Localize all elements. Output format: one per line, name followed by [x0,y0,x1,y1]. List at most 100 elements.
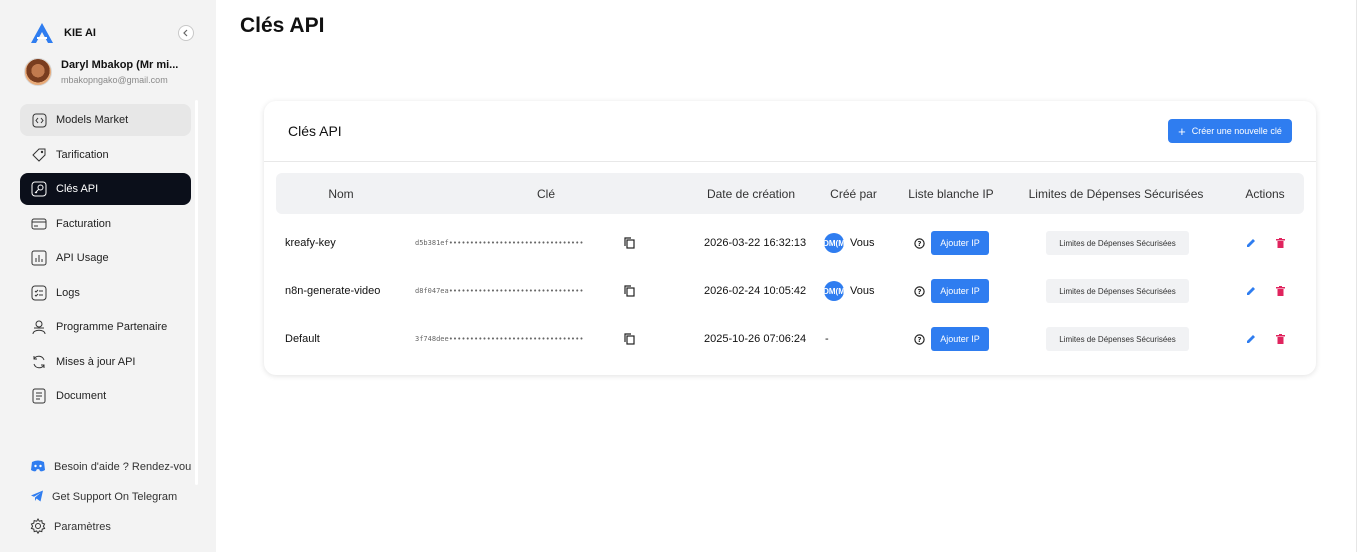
header-actions: Actions [1245,186,1285,201]
sidebar-item-tarification[interactable]: Tarification [20,139,191,171]
key-value: d5b381ef•••••••••••••••••••••••••••••••• [415,239,584,247]
footer-item-label: Get Support On Telegram [52,491,178,503]
refresh-icon [31,354,47,370]
sidebar-item-facturation[interactable]: Facturation [20,208,191,240]
delete-icon[interactable] [1276,238,1285,248]
sidebar-item-models-market[interactable]: Models Market [20,104,191,136]
copy-icon [624,237,635,249]
svg-text:?: ? [917,288,921,296]
sidebar-footer: Besoin d'aide ? Rendez-vou Get Support O… [30,452,191,542]
sidebar-item-mises-a-jour-api[interactable]: Mises à jour API [20,346,191,378]
key-name: n8n-generate-video [285,285,381,297]
spending-limits-button[interactable]: Limites de Dépenses Sécurisées [1046,231,1189,255]
sidebar: KIE AI Daryl Mbakop (Mr mi... mbakopngak… [0,0,216,552]
creator-cell: DM(M Vous [824,219,874,267]
user-email: mbakopngako@gmail.com [61,75,168,85]
copy-icon [624,285,635,297]
header-creator: Créé par [830,186,877,201]
spending-limits-button[interactable]: Limites de Dépenses Sécurisées [1046,279,1189,303]
brand-name: KIE AI [64,27,96,39]
header-name: Nom [328,186,354,201]
divider [264,161,1316,162]
created-date: 2026-03-22 16:32:13 [704,237,807,249]
page-title: Clés API [240,14,325,37]
delete-icon[interactable] [1276,286,1285,296]
sidebar-scrollbar[interactable] [195,100,198,485]
edit-icon[interactable] [1246,334,1256,344]
key-name: Default [285,333,320,345]
logs-icon [31,285,47,301]
limits-cell: Limites de Dépenses Sécurisées [1046,267,1189,315]
sidebar-item-logs[interactable]: Logs [20,277,191,309]
discord-help-link[interactable]: Besoin d'aide ? Rendez-vou [30,452,191,482]
limits-cell: Limites de Dépenses Sécurisées [1046,219,1189,267]
key-value: d8f047ea•••••••••••••••••••••••••••••••• [415,287,584,295]
sidebar-item-label: Logs [56,286,80,299]
kie-logo-icon [31,23,53,43]
key-value: 3f748dee•••••••••••••••••••••••••••••••• [415,335,584,343]
whitelist-cell: ? Ajouter IP [914,219,989,267]
svg-text:?: ? [917,240,921,248]
bar-chart-icon [31,250,47,266]
card-title: Clés API [288,123,342,139]
copy-button[interactable] [624,267,635,315]
add-ip-button[interactable]: Ajouter IP [931,279,989,303]
whitelist-cell: ? Ajouter IP [914,315,989,363]
whitelist-cell: ? Ajouter IP [914,267,989,315]
header-limits: Limites de Dépenses Sécurisées [1028,186,1204,201]
code-icon [31,112,47,128]
sidebar-item-label: Document [56,390,107,402]
user-name: Daryl Mbakop (Mr mi... [61,59,179,71]
sidebar-item-label: Clés API [56,183,99,195]
svg-text:?: ? [917,336,921,344]
footer-item-label: Paramètres [54,521,111,533]
plus-icon: + [1178,123,1186,139]
header-created: Date de création [706,186,796,201]
sidebar-item-cles-api[interactable]: Clés API [20,173,191,205]
actions-cell [1246,315,1285,363]
table-row: Default 3f748dee••••••••••••••••••••••••… [276,315,1304,363]
chevron-left-icon [183,29,188,37]
sidebar-nav: Models Market Tarification Clés API Fact… [20,104,191,415]
help-icon[interactable]: ? [914,285,925,297]
creator-name: - [825,333,829,345]
footer-item-label: Besoin d'aide ? Rendez-vou [54,461,192,473]
sidebar-item-api-usage[interactable]: API Usage [20,242,191,274]
table-row: n8n-generate-video d8f047ea•••••••••••••… [276,267,1304,315]
help-icon[interactable]: ? [914,237,925,249]
copy-button[interactable] [624,219,635,267]
edit-icon[interactable] [1246,238,1256,248]
add-ip-button[interactable]: Ajouter IP [931,231,989,255]
collapse-sidebar-button[interactable] [178,25,194,41]
help-icon[interactable]: ? [914,333,925,345]
copy-button[interactable] [624,315,635,363]
sidebar-item-document[interactable]: Document [20,380,191,412]
header-whitelist: Liste blanche IP [908,186,994,201]
telegram-support-link[interactable]: Get Support On Telegram [30,482,191,512]
creator-cell: - [825,315,829,363]
delete-icon[interactable] [1276,334,1285,344]
creator-name: Vous [850,237,875,249]
edit-icon[interactable] [1246,286,1256,296]
copy-icon [624,333,635,345]
user-profile[interactable]: Daryl Mbakop (Mr mi... mbakopngako@gmail… [24,58,181,86]
document-icon [31,388,47,404]
gear-icon [30,517,46,537]
created-date: 2025-10-26 07:06:24 [704,333,807,345]
spending-limits-button[interactable]: Limites de Dépenses Sécurisées [1046,327,1189,351]
sidebar-item-programme-partenaire[interactable]: Programme Partenaire [20,311,191,343]
create-key-button[interactable]: + Créer une nouvelle clé [1168,119,1292,143]
settings-link[interactable]: Paramètres [30,512,191,542]
telegram-icon [30,489,44,506]
table-row: kreafy-key d5b381ef•••••••••••••••••••••… [276,219,1304,267]
partner-icon [31,319,47,335]
table-header: Nom Clé Date de création Créé par Liste … [276,173,1304,214]
brand[interactable]: KIE AI [30,22,96,44]
creator-avatar: DM(M [824,281,844,301]
price-tag-icon [31,147,47,163]
add-ip-button[interactable]: Ajouter IP [931,327,989,351]
sidebar-item-label: Tarification [56,148,109,161]
sidebar-item-label: Facturation [56,217,112,230]
created-date: 2026-02-24 10:05:42 [704,285,807,297]
api-keys-card: Clés API + Créer une nouvelle clé Nom Cl… [264,101,1316,375]
